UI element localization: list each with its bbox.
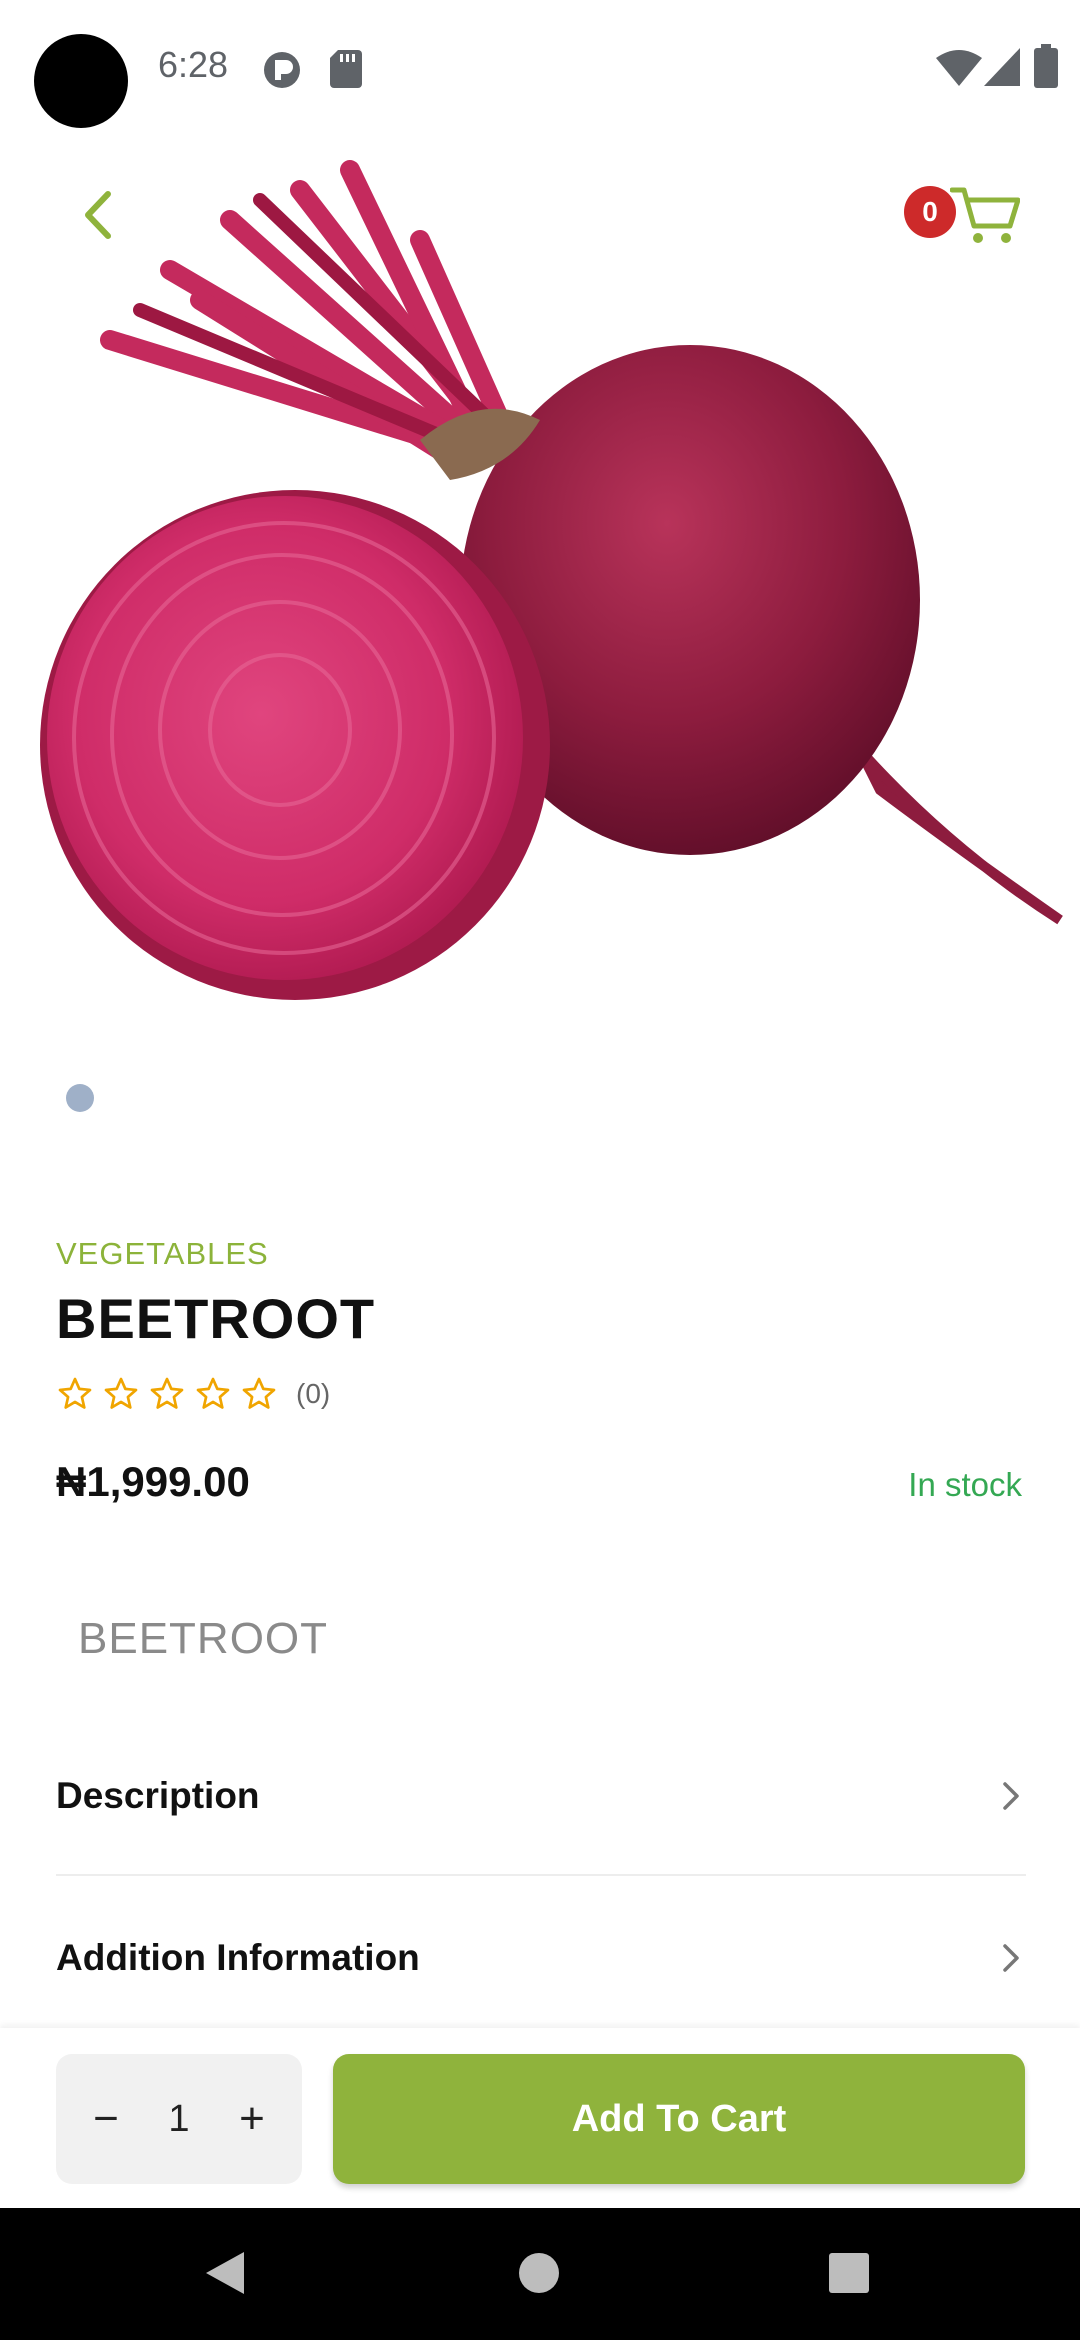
description-row[interactable]: Description <box>56 1746 1026 1846</box>
cart-button[interactable]: 0 <box>900 178 1030 258</box>
star-empty-icon <box>104 1377 138 1409</box>
cart-count-badge: 0 <box>904 186 956 238</box>
wifi-icon <box>936 50 982 86</box>
star-empty-icon <box>196 1377 230 1409</box>
nav-home-icon[interactable] <box>518 2252 560 2294</box>
quantity-value: 1 <box>168 2097 190 2140</box>
status-bar: 6:28 <box>0 0 1080 130</box>
chevron-right-icon <box>1003 1944 1019 1972</box>
rating-row[interactable]: (0) <box>56 1372 330 1416</box>
variant-label: BEETROOT <box>78 1614 329 1663</box>
additional-info-row[interactable]: Addition Information <box>56 1908 1026 2008</box>
cell-signal-icon <box>984 48 1020 86</box>
nav-back-icon[interactable] <box>204 2250 246 2296</box>
additional-info-label: Addition Information <box>56 1937 420 1978</box>
decrement-button[interactable]: − <box>86 2094 126 2144</box>
system-nav-bar <box>0 2208 1080 2340</box>
camera-cutout <box>34 34 128 128</box>
image-pager-dot[interactable] <box>66 1084 94 1112</box>
section-divider <box>56 1874 1026 1876</box>
star-empty-icon <box>242 1377 276 1409</box>
product-title: BEETROOT <box>56 1287 376 1350</box>
stock-status: In stock <box>908 1466 1022 1503</box>
rating-count: (0) <box>296 1378 331 1409</box>
status-time: 6:28 <box>158 44 229 85</box>
product-category[interactable]: VEGETABLES <box>56 1236 269 1272</box>
add-to-cart-button[interactable]: Add To Cart <box>333 2054 1025 2184</box>
nav-recents-icon[interactable] <box>828 2252 870 2294</box>
cart-icon <box>950 187 1020 243</box>
app-notification-icon <box>264 52 300 88</box>
battery-icon <box>1034 44 1058 88</box>
back-arrow-icon[interactable] <box>70 180 130 250</box>
product-image <box>40 160 1063 1000</box>
star-empty-icon <box>58 1377 92 1409</box>
chevron-right-icon <box>1003 1782 1019 1810</box>
sd-card-icon <box>330 50 362 88</box>
quantity-stepper: − 1 + <box>56 2054 302 2184</box>
increment-button[interactable]: + <box>232 2094 272 2144</box>
star-empty-icon <box>150 1377 184 1409</box>
description-label: Description <box>56 1775 260 1816</box>
product-price: ₦1,999.00 <box>56 1458 250 1505</box>
